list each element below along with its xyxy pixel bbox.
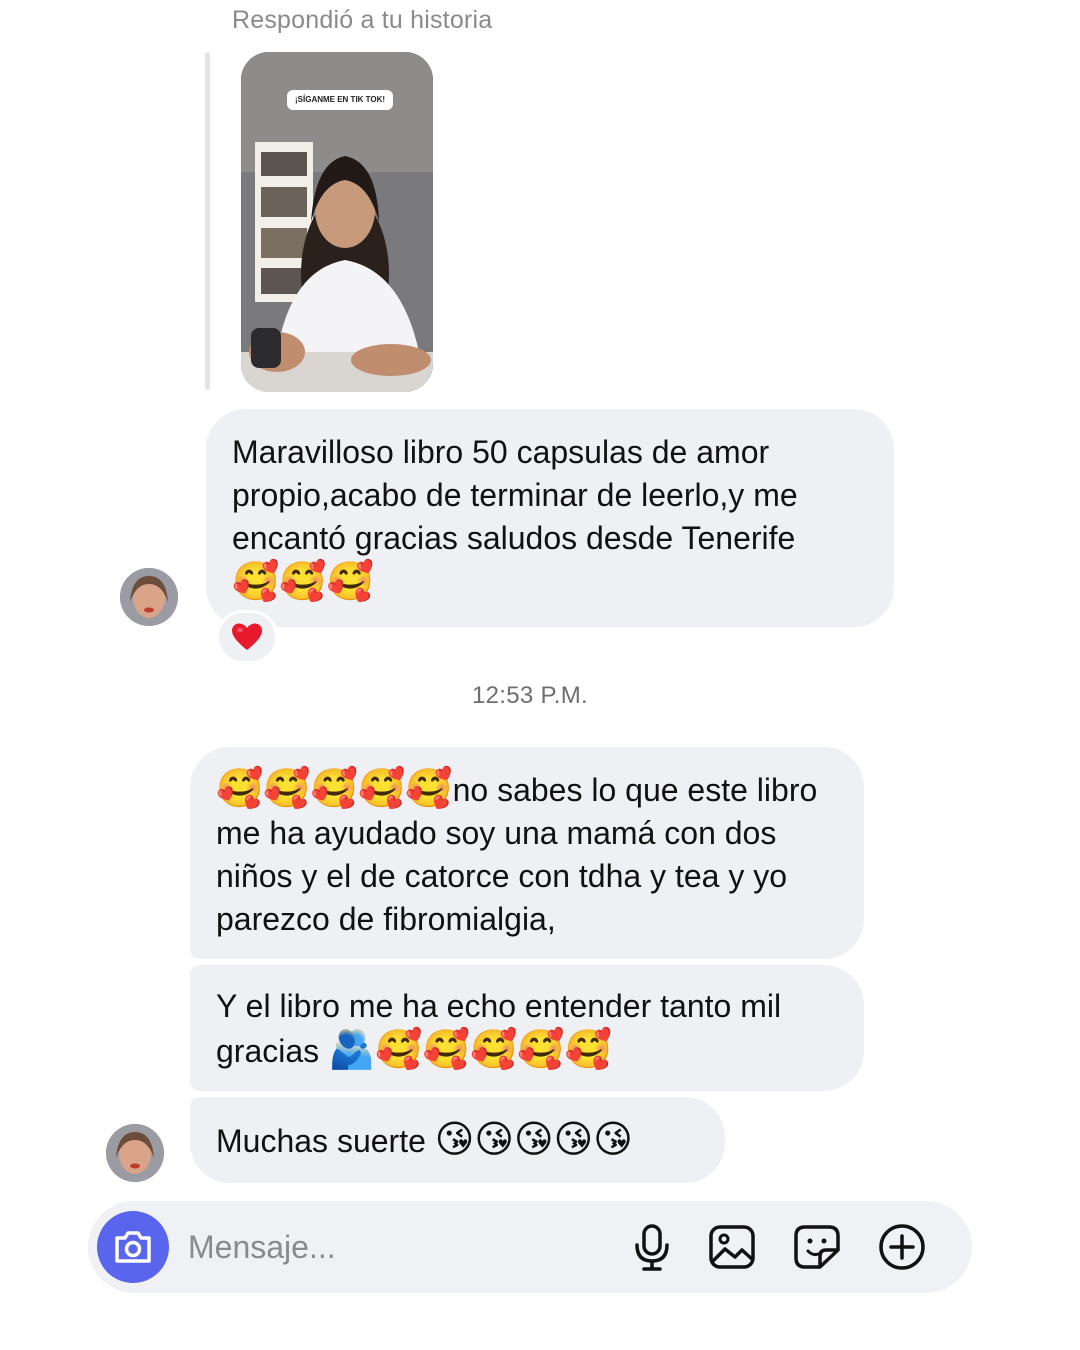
sticker-icon	[794, 1225, 840, 1269]
gallery-button[interactable]	[705, 1220, 759, 1274]
sticker-button[interactable]	[790, 1220, 844, 1274]
plus-circle-icon	[879, 1224, 925, 1270]
message-emojis: 😘😘😘😘😘	[434, 1117, 633, 1161]
message-emojis: 🫂🥰🥰🥰🥰🥰	[328, 1027, 612, 1071]
reply-indicator-bar	[205, 52, 210, 390]
message-timestamp: 12:53 P.M.	[472, 682, 588, 709]
incoming-message-bubble[interactable]: 🥰🥰🥰🥰🥰no sabes lo que este libro me ha ay…	[190, 747, 864, 959]
camera-icon	[115, 1231, 151, 1263]
incoming-message-bubble[interactable]: Muchas suerte 😘😘😘😘😘	[190, 1097, 725, 1183]
message-input[interactable]	[188, 1225, 608, 1269]
story-reply-label: Respondió a tu historia	[232, 6, 493, 34]
message-emojis: 🥰🥰🥰🥰🥰	[216, 766, 453, 810]
avatar[interactable]	[120, 568, 178, 626]
microphone-button[interactable]	[625, 1220, 679, 1274]
message-text: Maravilloso libro 50 capsulas de amor pr…	[232, 434, 798, 556]
incoming-message-bubble[interactable]: Maravilloso libro 50 capsulas de amor pr…	[206, 409, 894, 627]
heart-icon	[232, 623, 262, 650]
microphone-icon	[635, 1224, 669, 1271]
more-button[interactable]	[875, 1220, 929, 1274]
avatar-image	[106, 1124, 164, 1182]
story-thumbnail[interactable]: ¡SÍGANME EN TIK TOK!	[241, 52, 433, 392]
incoming-message-bubble[interactable]: Y el libro me ha echo entender tanto mil…	[190, 965, 864, 1091]
message-composer	[88, 1201, 972, 1293]
message-emojis: 🥰🥰🥰	[232, 559, 374, 603]
image-icon	[709, 1225, 755, 1269]
story-sticker: ¡SÍGANME EN TIK TOK!	[287, 90, 394, 110]
avatar-image	[120, 568, 178, 626]
avatar[interactable]	[106, 1124, 164, 1182]
heart-reaction[interactable]: ❤️	[216, 610, 278, 664]
message-text: Muchas suerte	[216, 1123, 426, 1159]
camera-button[interactable]	[97, 1211, 169, 1283]
